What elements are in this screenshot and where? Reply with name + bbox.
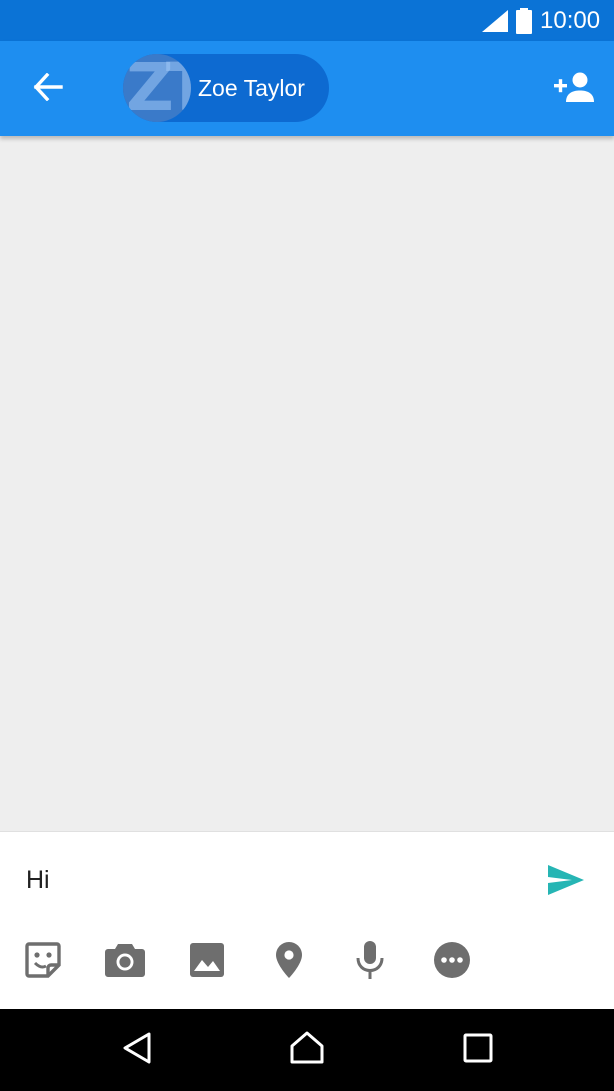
nav-back-button[interactable] (113, 1026, 161, 1074)
contact-chip[interactable]: ZT Zoe Taylor (123, 54, 329, 122)
message-input[interactable] (26, 852, 516, 908)
recents-icon (463, 1033, 493, 1068)
sticker-icon (24, 941, 62, 984)
battery-icon (515, 8, 533, 39)
conversation-screen: 10:00 ZT Zoe Taylor (0, 0, 614, 1091)
avatar: ZT (123, 54, 191, 122)
sticker-button[interactable] (19, 938, 67, 986)
home-icon (289, 1031, 325, 1070)
back-triangle-icon (121, 1031, 153, 1070)
voice-button[interactable] (346, 938, 394, 986)
person-add-icon (554, 72, 594, 107)
more-icon (434, 941, 470, 983)
signal-icon (482, 10, 508, 37)
add-participant-button[interactable] (548, 63, 600, 115)
status-bar: 10:00 (0, 0, 614, 41)
location-icon (276, 941, 302, 983)
message-list[interactable] (0, 136, 614, 831)
gallery-button[interactable] (183, 938, 231, 986)
arrow-back-icon (33, 72, 63, 106)
location-button[interactable] (265, 938, 313, 986)
contact-name: Zoe Taylor (198, 75, 305, 101)
send-icon (548, 864, 584, 900)
back-button[interactable] (22, 63, 74, 115)
image-icon (190, 942, 224, 982)
app-bar: ZT Zoe Taylor (0, 41, 614, 136)
camera-button[interactable] (101, 938, 149, 986)
nav-recents-button[interactable] (454, 1026, 502, 1074)
avatar-initials: ZT (126, 54, 191, 122)
microphone-icon (356, 940, 384, 984)
more-options-button[interactable] (428, 938, 476, 986)
compose-panel (0, 831, 614, 1009)
status-time: 10:00 (540, 7, 601, 34)
send-button[interactable] (541, 860, 591, 904)
camera-icon (105, 943, 145, 982)
nav-home-button[interactable] (283, 1026, 331, 1074)
navigation-bar (0, 1009, 614, 1091)
